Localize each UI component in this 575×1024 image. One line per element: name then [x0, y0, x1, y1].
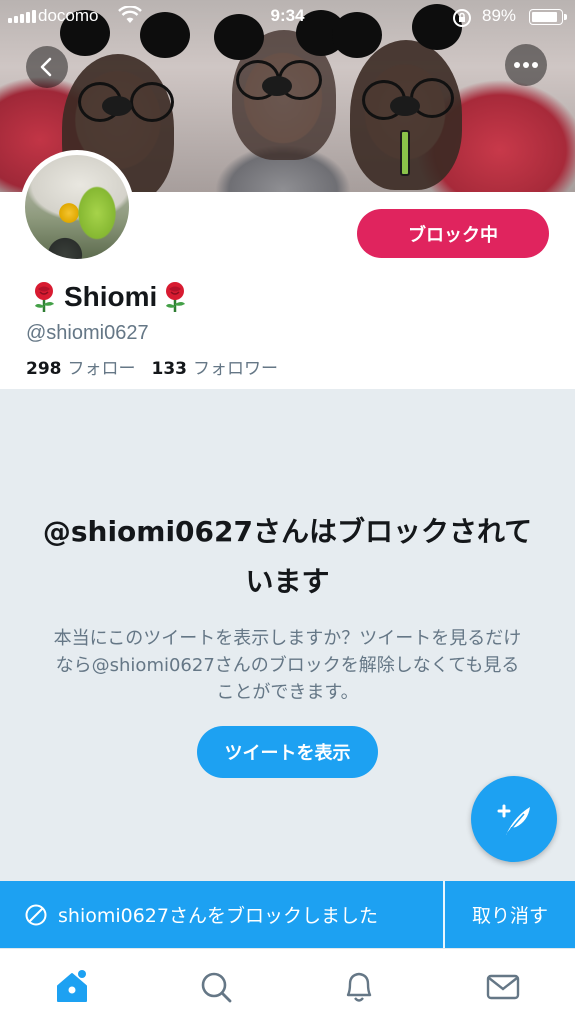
toast-message-row: shiomi0627さんをブロックしました — [0, 881, 443, 948]
block-icon — [25, 904, 47, 925]
bottom-tab-bar — [0, 948, 575, 1024]
follow-stats: 298 フォロー 133 フォロワー — [26, 354, 278, 379]
following-link[interactable]: 298 フォロー — [26, 354, 136, 379]
battery-icon — [529, 9, 567, 25]
more-dots-icon — [514, 62, 538, 68]
profile-handle: @shiomi0627 — [26, 322, 149, 344]
tab-search[interactable] — [186, 957, 246, 1017]
following-count: 298 — [26, 359, 62, 379]
display-name-text: Shiomi — [64, 281, 158, 312]
tab-notifications[interactable] — [329, 957, 389, 1017]
tab-messages[interactable] — [473, 957, 533, 1017]
blocked-notice-description: 本当にこのツイートを表示しますか？ツイートを見るだけなら@shiomi0627さ… — [53, 628, 522, 703]
profile-display-name: Shiomi — [28, 279, 193, 315]
notifications-bell-icon — [347, 972, 372, 1002]
rose-icon — [166, 282, 186, 312]
more-options-button[interactable] — [505, 44, 547, 86]
compose-feather-icon — [497, 804, 530, 835]
followers-link[interactable]: 133 フォロワー — [152, 354, 279, 379]
tab-home[interactable] — [42, 957, 102, 1017]
rose-icon — [35, 282, 54, 312]
search-icon — [201, 972, 232, 1002]
toast-message: shiomi0627さんをブロックしました — [58, 905, 378, 927]
followers-label: フォロワー — [193, 359, 278, 379]
undo-block-button[interactable]: 取り消す — [445, 901, 575, 928]
battery-percent: 89% — [482, 6, 517, 25]
back-button[interactable] — [26, 46, 68, 88]
block-confirmation-toast: shiomi0627さんをブロックしました 取り消す — [0, 881, 575, 948]
chevron-left-icon — [40, 57, 52, 77]
home-notification-dot — [77, 969, 86, 978]
messages-envelope-icon — [486, 974, 520, 999]
following-label: フォロー — [67, 359, 136, 379]
profile-avatar[interactable] — [20, 150, 134, 264]
compose-tweet-button[interactable] — [471, 776, 557, 862]
followers-count: 133 — [151, 359, 188, 379]
orientation-lock-icon — [452, 8, 472, 33]
toast-divider — [443, 881, 445, 948]
blocked-status-button[interactable]: ブロック中 — [357, 209, 549, 258]
blocked-notice-title: @shiomi0627さんはブロックされています — [42, 515, 533, 598]
status-bar: docomo 9:34 89% — [0, 0, 575, 34]
show-tweets-button[interactable]: ツイートを表示 — [197, 726, 378, 778]
